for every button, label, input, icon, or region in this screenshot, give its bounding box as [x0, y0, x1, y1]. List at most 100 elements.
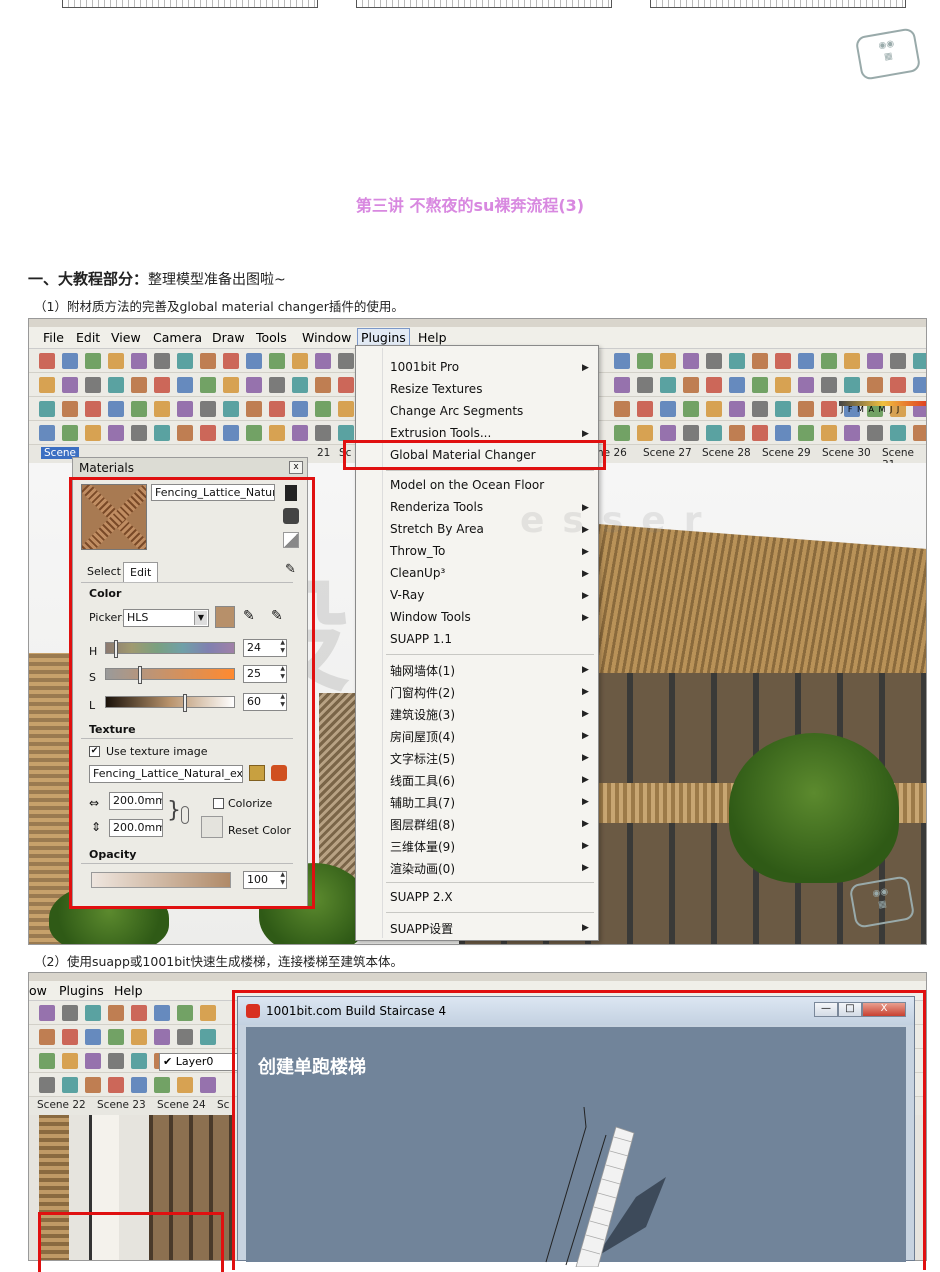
toolbar-tool-icon[interactable] — [223, 401, 239, 417]
toolbar-tool-icon[interactable] — [85, 1053, 101, 1069]
toolbar-tool-icon[interactable] — [223, 377, 239, 393]
toolbar-tool-icon[interactable] — [246, 425, 262, 441]
toolbar-tool-icon[interactable] — [131, 377, 147, 393]
toolbar-tool-icon[interactable] — [315, 353, 331, 369]
toolbar-tool-icon[interactable] — [614, 353, 630, 369]
toolbar-tool-icon[interactable] — [200, 353, 216, 369]
toolbar-tool-icon[interactable] — [706, 353, 722, 369]
toolbar-tool-icon[interactable] — [269, 401, 285, 417]
scene-tab[interactable]: 21 — [317, 447, 330, 459]
toolbar-tool-icon[interactable] — [637, 425, 653, 441]
toolbar-tool-icon[interactable] — [62, 1077, 78, 1093]
toolbar-tool-icon[interactable] — [706, 377, 722, 393]
toolbar-tool-icon[interactable] — [614, 377, 630, 393]
menu-item[interactable]: 辅助工具(7) — [390, 794, 455, 811]
scene-tab[interactable]: Scene 29 — [762, 447, 811, 459]
toolbar-tool-icon[interactable] — [798, 377, 814, 393]
menu-help[interactable]: Help — [114, 983, 143, 998]
toolbar-tool-icon[interactable] — [614, 425, 630, 441]
toolbar-tool-icon[interactable] — [775, 377, 791, 393]
toolbar-tool-icon[interactable] — [292, 377, 308, 393]
toolbar-tool-icon[interactable] — [154, 1077, 170, 1093]
toolbar-tool-icon[interactable] — [154, 425, 170, 441]
menu-tools[interactable]: Tools — [256, 330, 287, 345]
toolbar-tool-icon[interactable] — [315, 401, 331, 417]
toolbar-tool-icon[interactable] — [315, 377, 331, 393]
toolbar-tool-icon[interactable] — [798, 401, 814, 417]
menu-window[interactable]: Window — [302, 330, 351, 345]
toolbar-tool-icon[interactable] — [85, 377, 101, 393]
menu-item[interactable]: 房间屋顶(4) — [390, 728, 455, 745]
toolbar-tool-icon[interactable] — [154, 401, 170, 417]
toolbar-tool-icon[interactable] — [39, 1005, 55, 1021]
close-icon[interactable]: x — [289, 461, 303, 474]
menu-item[interactable]: 三维体量(9) — [390, 838, 455, 855]
toolbar-tool-icon[interactable] — [108, 353, 124, 369]
toolbar-tool-icon[interactable] — [614, 401, 630, 417]
menu-draw[interactable]: Draw — [212, 330, 245, 345]
toolbar-tool-icon[interactable] — [154, 1005, 170, 1021]
menu-item[interactable]: 1001bit Pro — [390, 360, 459, 374]
toolbar-tool-icon[interactable] — [200, 401, 216, 417]
toolbar-tool-icon[interactable] — [683, 425, 699, 441]
toolbar-tool-icon[interactable] — [890, 425, 906, 441]
toolbar-tool-icon[interactable] — [292, 425, 308, 441]
toolbar-tool-icon[interactable] — [913, 377, 926, 393]
toolbar-tool-icon[interactable] — [154, 1029, 170, 1045]
toolbar-tool-icon[interactable] — [821, 425, 837, 441]
menu-item[interactable]: 门窗构件(2) — [390, 684, 455, 701]
toolbar-tool-icon[interactable] — [246, 401, 262, 417]
toolbar-tool-icon[interactable] — [269, 353, 285, 369]
shadow-slider-icon[interactable] — [839, 401, 926, 406]
toolbar-tool-icon[interactable] — [867, 425, 883, 441]
toolbar-tool-icon[interactable] — [775, 425, 791, 441]
menu-item[interactable]: Change Arc Segments — [390, 404, 523, 418]
menu-item[interactable]: Model on the Ocean Floor — [390, 478, 544, 492]
menu-item[interactable]: 图层群组(8) — [390, 816, 455, 833]
menu-item[interactable]: 轴网墙体(1) — [390, 662, 455, 679]
toolbar-tool-icon[interactable] — [177, 1077, 193, 1093]
toolbar-tool-icon[interactable] — [821, 353, 837, 369]
toolbar-tool-icon[interactable] — [660, 377, 676, 393]
menu-item[interactable]: CleanUp³ — [390, 566, 445, 580]
toolbar-tool-icon[interactable] — [131, 1077, 147, 1093]
toolbar-tool-icon[interactable] — [131, 401, 147, 417]
menu-item[interactable]: Resize Textures — [390, 382, 482, 396]
layer-select[interactable]: ✔ Layer0 — [159, 1053, 239, 1071]
toolbar-tool-icon[interactable] — [890, 377, 906, 393]
toolbar-tool-icon[interactable] — [338, 425, 354, 441]
toolbar-tool-icon[interactable] — [39, 1029, 55, 1045]
toolbar-tool-icon[interactable] — [844, 353, 860, 369]
toolbar-tool-icon[interactable] — [62, 353, 78, 369]
menu-view[interactable]: View — [111, 330, 141, 345]
toolbar-tool-icon[interactable] — [85, 1029, 101, 1045]
toolbar-tool-icon[interactable] — [338, 401, 354, 417]
toolbar-tool-icon[interactable] — [85, 401, 101, 417]
toolbar-tool-icon[interactable] — [200, 1077, 216, 1093]
toolbar-tool-icon[interactable] — [729, 425, 745, 441]
scene-tab[interactable]: Scene 24 — [157, 1099, 206, 1111]
toolbar-tool-icon[interactable] — [821, 401, 837, 417]
menu-item[interactable]: Extrusion Tools... — [390, 426, 491, 440]
toolbar-tool-icon[interactable] — [292, 401, 308, 417]
toolbar-tool-icon[interactable] — [200, 1005, 216, 1021]
toolbar-tool-icon[interactable] — [637, 377, 653, 393]
toolbar-tool-icon[interactable] — [62, 377, 78, 393]
toolbar-tool-icon[interactable] — [729, 377, 745, 393]
scene-tab[interactable]: Sc — [217, 1099, 229, 1111]
toolbar-tool-icon[interactable] — [62, 425, 78, 441]
toolbar-tool-icon[interactable] — [269, 425, 285, 441]
toolbar-tool-icon[interactable] — [729, 353, 745, 369]
toolbar-tool-icon[interactable] — [752, 353, 768, 369]
scene-tab[interactable]: Scene 22 — [37, 1099, 86, 1111]
menu-item[interactable]: SUAPP 2.X — [390, 890, 453, 904]
toolbar-tool-icon[interactable] — [85, 353, 101, 369]
toolbar-tool-icon[interactable] — [292, 353, 308, 369]
menu-item[interactable]: SUAPP设置 — [390, 920, 453, 937]
toolbar-tool-icon[interactable] — [131, 1029, 147, 1045]
scene-tab[interactable]: Scene 27 — [643, 447, 692, 459]
toolbar-tool-icon[interactable] — [660, 425, 676, 441]
toolbar-tool-icon[interactable] — [798, 425, 814, 441]
menu-window-partial[interactable]: ow — [29, 983, 47, 998]
menu-item[interactable]: 建筑设施(3) — [390, 706, 455, 723]
